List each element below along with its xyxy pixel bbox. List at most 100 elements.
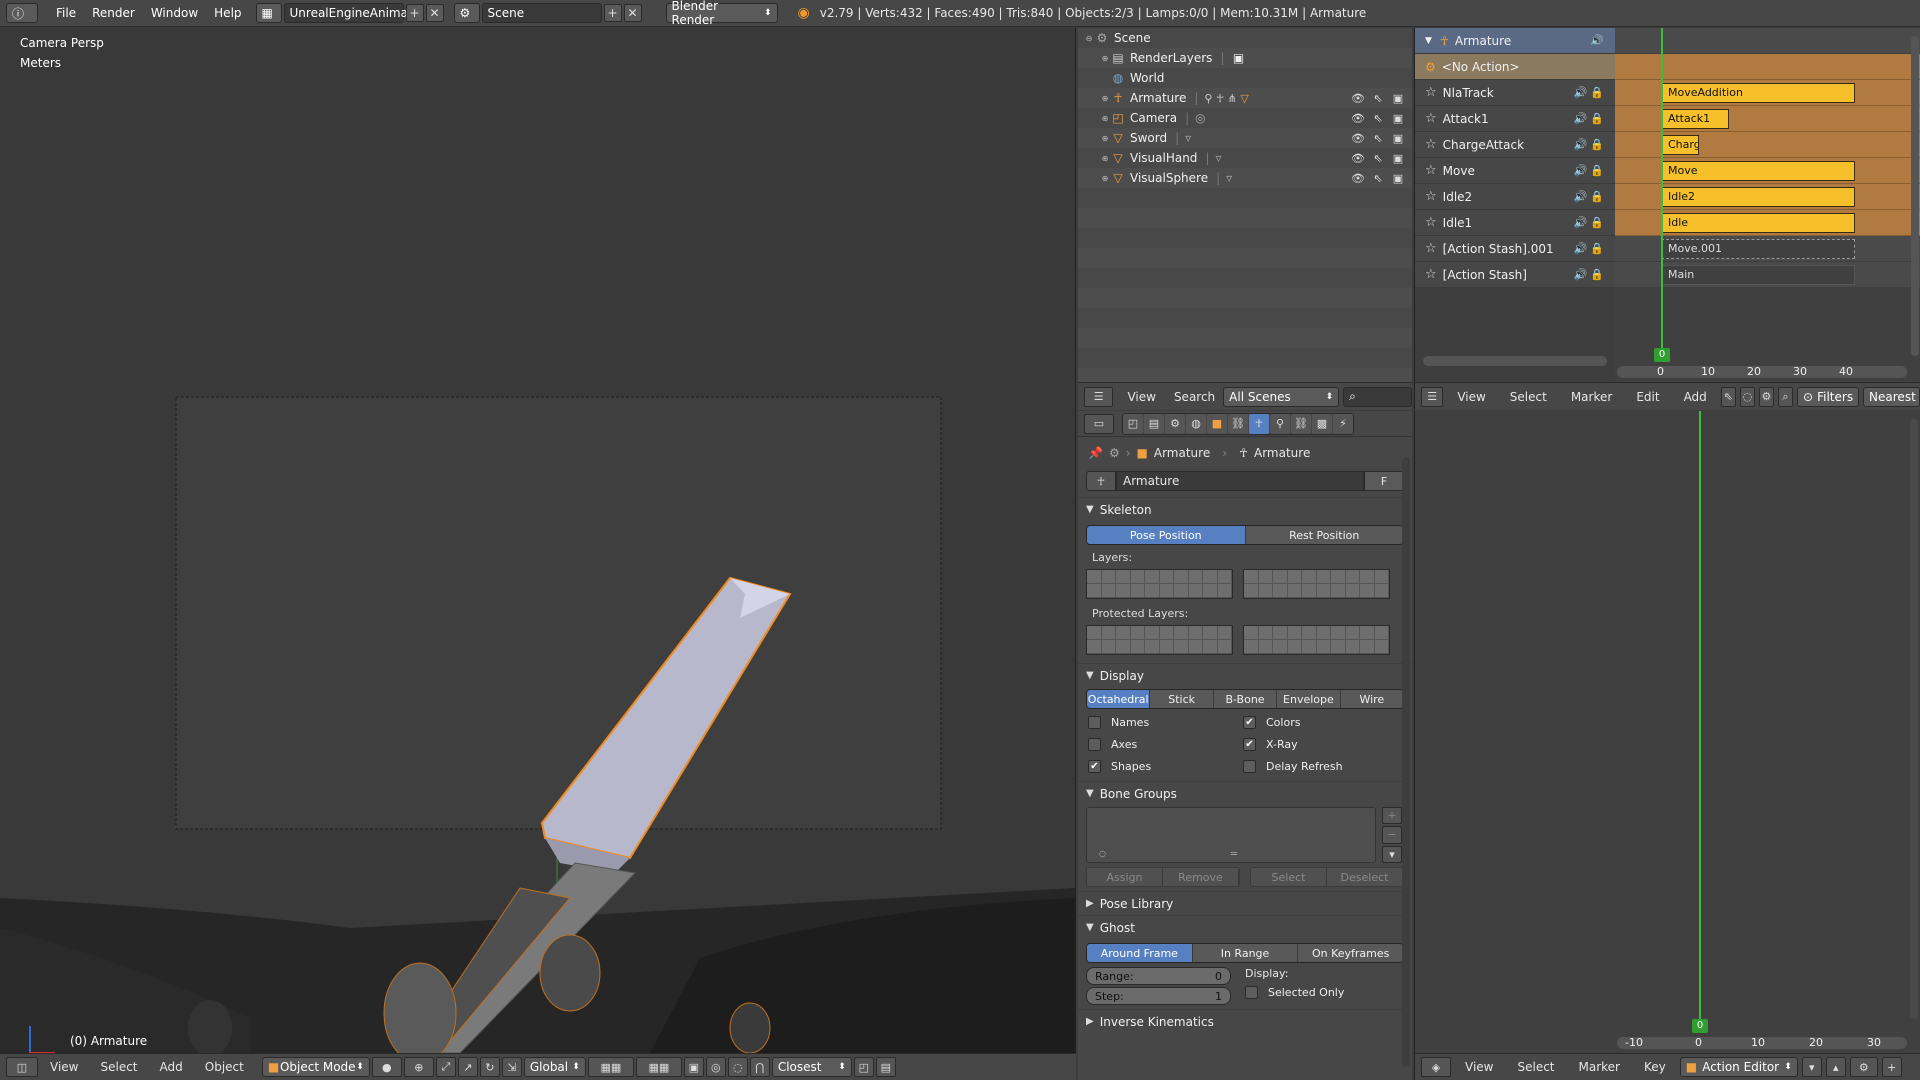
nla-strip[interactable]: Move xyxy=(1661,161,1855,181)
star-icon[interactable]: ☆ xyxy=(1425,267,1437,282)
delete-screen-button[interactable]: ✕ xyxy=(425,4,444,22)
nla-strip[interactable]: Attack1 xyxy=(1661,109,1729,129)
mute-lock-icons[interactable]: 🔊🔒 xyxy=(1574,242,1607,255)
action-vertical-scrollbar[interactable] xyxy=(1910,419,1918,1019)
collapse-icon[interactable]: ⊖ xyxy=(1084,34,1094,43)
menu-key[interactable]: Key xyxy=(1634,1060,1676,1074)
menu-object[interactable]: Object xyxy=(195,1060,254,1074)
nla-strip[interactable]: Move.001 xyxy=(1661,239,1855,259)
pose-position-button[interactable]: Pose Position xyxy=(1087,526,1246,544)
in-range-button[interactable]: In Range xyxy=(1192,944,1299,962)
remove-group-button[interactable]: − xyxy=(1382,826,1402,844)
outliner-row-camera[interactable]: ⊕ ◰ Camera | ◎ 👁 ⇖ ▣ xyxy=(1078,108,1412,128)
octahedral-button[interactable]: Octahedral xyxy=(1087,690,1151,708)
opengl-render-button[interactable]: ◰ xyxy=(853,1057,874,1077)
search-button[interactable]: ⌕ xyxy=(1777,386,1794,407)
expand-icon[interactable]: ⊕ xyxy=(1100,134,1110,143)
xray-checkbox[interactable]: ✔ X-Ray xyxy=(1243,737,1398,751)
translate-manipulator-button[interactable]: ↗ xyxy=(457,1057,478,1077)
pose-library-panel-header[interactable]: ▶ Pose Library xyxy=(1078,891,1412,915)
star-icon[interactable]: ☆ xyxy=(1425,163,1437,178)
star-icon[interactable]: ☆ xyxy=(1425,111,1437,126)
expand-icon[interactable]: ⊕ xyxy=(1100,94,1110,103)
add-group-button[interactable]: + xyxy=(1382,807,1402,825)
step-field[interactable]: Step: 1 xyxy=(1086,987,1231,1005)
menu-select[interactable]: Select xyxy=(1500,390,1557,404)
group-specials-button[interactable]: ▾ xyxy=(1382,845,1402,863)
current-frame-line[interactable] xyxy=(1699,411,1701,1026)
outliner-row-visualsphere[interactable]: ⊕ ▽ VisualSphere | ▿ 👁 ⇖ ▣ xyxy=(1078,168,1412,188)
expand-icon[interactable]: ⊕ xyxy=(1100,154,1110,163)
nla-strip-area[interactable]: MoveAddition Attack1 ChargeAttac Move Id… xyxy=(1615,28,1920,382)
star-icon[interactable]: ☆ xyxy=(1425,189,1437,204)
render-camera-icon[interactable]: ▣ xyxy=(1390,172,1406,185)
dopesheet-mode-dropdown[interactable]: ■ Action Editor ⬍ xyxy=(1679,1057,1798,1077)
skeleton-panel-header[interactable]: ▼ Skeleton xyxy=(1078,497,1412,521)
display-mode-dropdown[interactable]: All Scenes ⬍ xyxy=(1223,386,1340,407)
render-camera-icon[interactable]: ▣ xyxy=(1390,152,1406,165)
colors-checkbox[interactable]: ✔ Colors xyxy=(1243,715,1398,729)
nla-strip[interactable]: Idle xyxy=(1661,213,1855,233)
ghost-panel-header[interactable]: ▼ Ghost xyxy=(1078,915,1412,939)
nla-track-row[interactable]: ☆ Move 🔊🔒 xyxy=(1415,158,1615,184)
scale-manipulator-button[interactable]: ⇲ xyxy=(501,1057,522,1077)
delete-scene-button[interactable]: ✕ xyxy=(623,4,642,22)
outliner-row-scene[interactable]: ⊖ ⚙ Scene xyxy=(1078,28,1412,48)
render-layer-button[interactable]: ▣ xyxy=(683,1057,704,1077)
pin-icon[interactable]: 📌 xyxy=(1088,446,1103,460)
world-tab-icon[interactable]: ◍ xyxy=(1186,413,1206,434)
menu-add[interactable]: Add xyxy=(150,1060,193,1074)
layer-block-right[interactable] xyxy=(1243,569,1390,599)
render-layers-tab-icon[interactable]: ▤ xyxy=(1144,413,1164,434)
proportional-edit-button[interactable]: ◎ xyxy=(705,1057,726,1077)
mute-lock-icons[interactable]: 🔊🔒 xyxy=(1574,268,1607,281)
star-icon[interactable]: ☆ xyxy=(1425,137,1437,152)
only-selected-button[interactable]: ⇖ xyxy=(1720,386,1736,407)
eye-icon[interactable]: 👁 xyxy=(1350,92,1366,105)
editor-type-nla-button[interactable]: ☰ xyxy=(1421,386,1444,407)
menu-marker[interactable]: Marker xyxy=(1569,1060,1630,1074)
layer-next-button[interactable]: ▴ xyxy=(1825,1057,1846,1077)
cursor-select-icon[interactable]: ⇖ xyxy=(1370,112,1386,125)
screen-layout-icon-button[interactable]: ▦ xyxy=(255,3,282,23)
manipulator-toggle[interactable]: ⤢ xyxy=(435,1057,456,1077)
star-icon[interactable]: ☆ xyxy=(1425,85,1437,100)
nla-strip[interactable]: ChargeAttac xyxy=(1661,135,1699,155)
action-editor[interactable]: 0 -10 0 10 20 30 xyxy=(1414,411,1920,1054)
menu-view[interactable]: View xyxy=(1117,390,1165,404)
action-browse-button[interactable]: ⚙ xyxy=(1849,1057,1878,1077)
wire-button[interactable]: Wire xyxy=(1340,690,1403,708)
menu-select[interactable]: Select xyxy=(1507,1060,1564,1074)
menu-view[interactable]: View xyxy=(40,1060,88,1074)
star-icon[interactable]: ☆ xyxy=(1425,241,1437,256)
3d-viewport[interactable]: Camera Persp Meters (0) Armature xyxy=(0,28,1076,1053)
object-tab-icon[interactable]: ■ xyxy=(1207,413,1227,434)
mode-dropdown[interactable]: ■ Object Mode ⬍ xyxy=(261,1057,370,1077)
add-scene-button[interactable]: + xyxy=(603,4,622,22)
layers-widget[interactable]: ▦▦ xyxy=(587,1057,634,1077)
screen-layout-field[interactable]: UnrealEngineAnima... xyxy=(283,3,419,23)
protected-block-right[interactable] xyxy=(1243,625,1390,655)
render-camera-icon[interactable]: ▣ xyxy=(1390,112,1406,125)
render-camera-icon[interactable]: ▣ xyxy=(1390,132,1406,145)
new-action-button[interactable]: + xyxy=(1881,1057,1902,1077)
mute-lock-icons[interactable]: 🔊🔒 xyxy=(1574,164,1607,177)
menu-window[interactable]: Window xyxy=(143,3,206,24)
envelope-button[interactable]: Envelope xyxy=(1277,690,1341,708)
nla-track-row[interactable]: ☆ [Action Stash] 🔊🔒 xyxy=(1415,262,1615,288)
assign-button[interactable]: Assign xyxy=(1087,868,1163,886)
pivot-point-button[interactable]: ⊕ xyxy=(403,1057,434,1077)
nla-track-row[interactable]: ☆ Idle2 🔊🔒 xyxy=(1415,184,1615,210)
outliner[interactable]: ⊖ ⚙ Scene ⊕ ▤ RenderLayers | ▣ ◍ World ⊕… xyxy=(1078,28,1412,382)
menu-render[interactable]: Render xyxy=(84,3,143,24)
datablock-name-field[interactable]: Armature xyxy=(1116,471,1364,491)
nla-track-row[interactable]: ☆ [Action Stash].001 🔊🔒 xyxy=(1415,236,1615,262)
nla-strip[interactable]: Idle2 xyxy=(1661,187,1855,207)
cursor-select-icon[interactable]: ⇖ xyxy=(1370,172,1386,185)
render-engine-dropdown[interactable]: Blender Render ⬍ xyxy=(665,0,778,27)
nla-vertical-scrollbar[interactable] xyxy=(1911,36,1919,356)
scene-icon-button[interactable]: ⚙ xyxy=(453,3,480,23)
nla-track-row[interactable]: ☆ Attack1 🔊🔒 xyxy=(1415,106,1615,132)
names-checkbox[interactable]: Names xyxy=(1088,715,1243,729)
mute-lock-icons[interactable]: 🔊🔒 xyxy=(1574,216,1607,229)
